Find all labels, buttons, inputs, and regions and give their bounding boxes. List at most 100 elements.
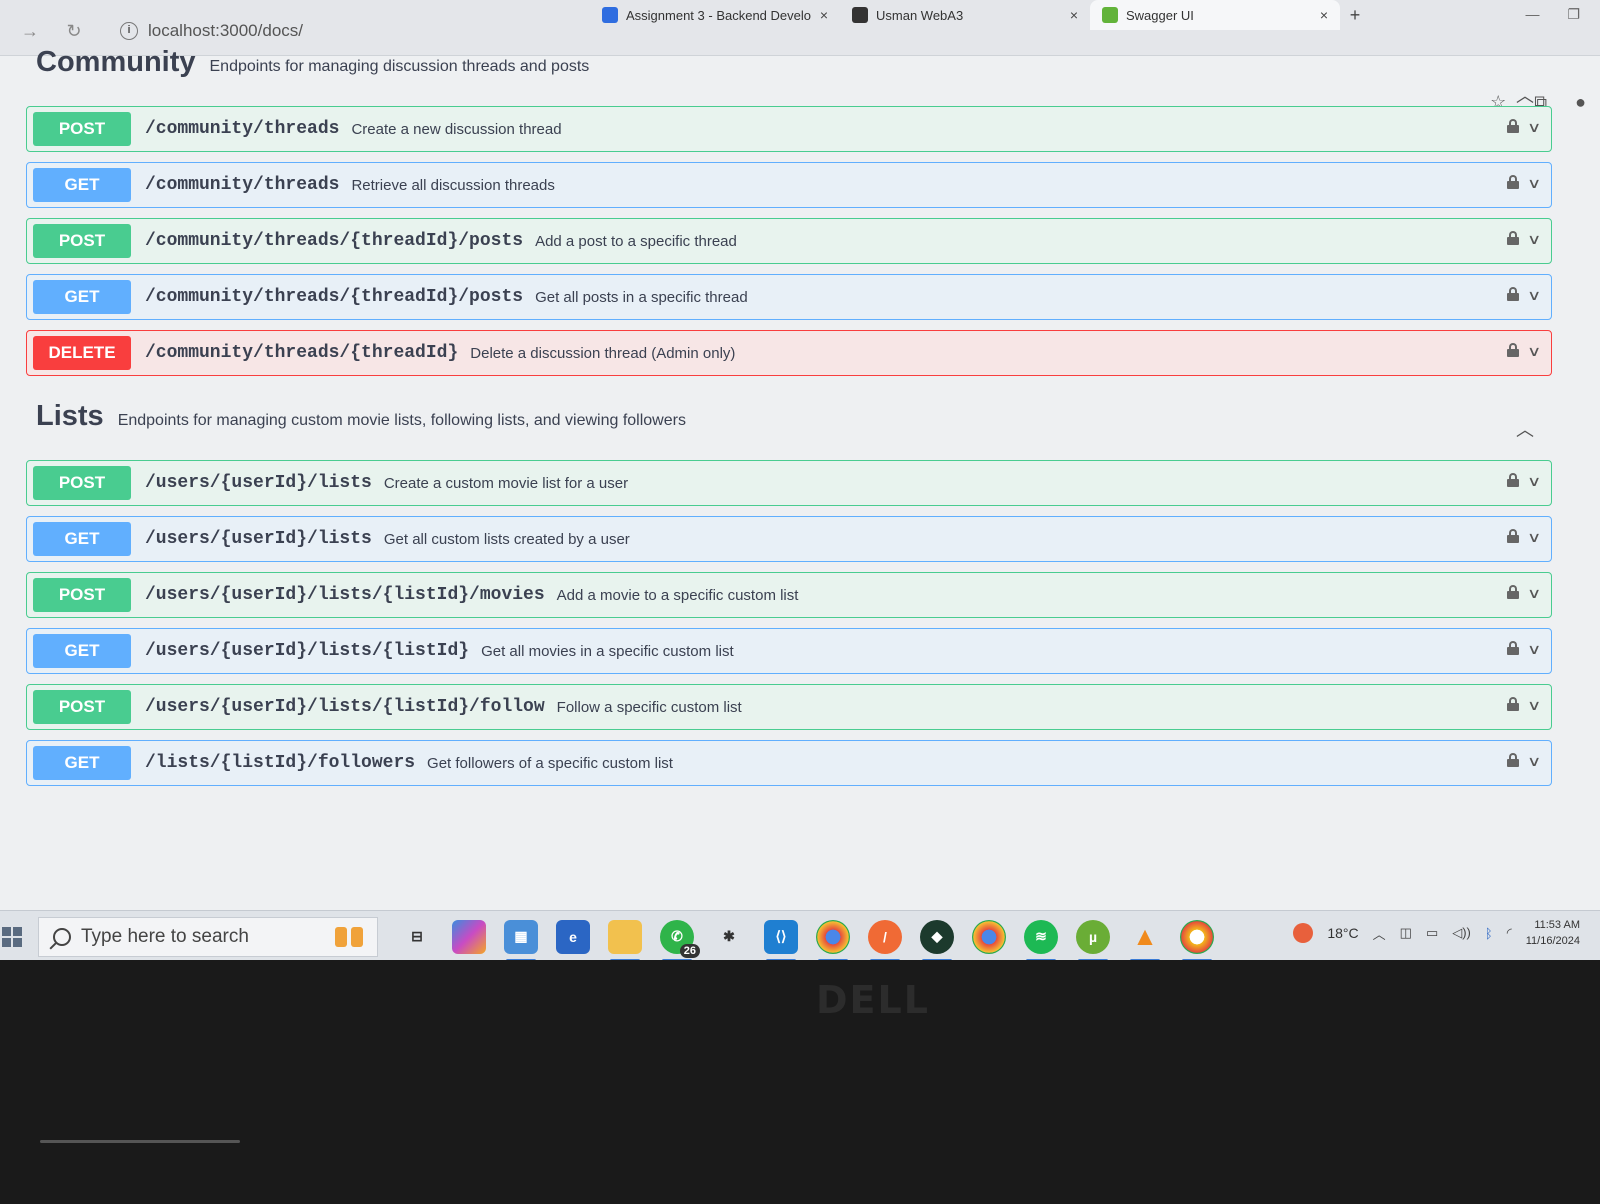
chrome-icon[interactable] [972,919,1006,954]
method-badge: GET [33,522,131,556]
operation-controls: ∨ [1506,175,1541,192]
operation-post[interactable]: POST/users/{userId}/lists Create a custom… [26,460,1552,506]
site-info-icon[interactable]: i [120,22,138,40]
lists-operations: POST/users/{userId}/lists Create a custom… [22,460,1562,786]
tab-close-icon[interactable]: × [1320,7,1328,23]
taskbar-search[interactable]: Type here to search [38,916,378,957]
task-view-icon[interactable]: ⊟ [400,920,434,954]
chevron-down-icon[interactable]: ∨ [1527,175,1541,192]
operation-post[interactable]: POST/community/threads Create a new discu… [26,106,1552,152]
vlc-icon[interactable]: ▲ [1128,920,1162,960]
operation-path: /users/{userId}/lists/{listId} [145,641,470,661]
lock-icon[interactable] [1506,287,1519,301]
operation-get[interactable]: GET/community/threads Retrieve all discus… [26,162,1552,208]
chevron-down-icon[interactable]: ∨ [1527,119,1541,136]
clock[interactable]: 11:53 AM 11/16/2024 [1526,917,1580,949]
battery-icon[interactable]: ▭ [1426,925,1438,941]
whatsapp-icon[interactable]: ✆ 26 [660,919,700,960]
operation-summary: Get followers of a specific custom list [427,754,673,772]
operation-post[interactable]: POST/users/{userId}/lists/{listId}/follo… [26,684,1552,730]
community-section-header[interactable]: Community Endpoints for managing discuss… [22,46,1562,106]
browser-tab[interactable]: Usman WebA3 × [840,0,1090,30]
bluetooth-icon[interactable]: ᛒ [1485,926,1493,941]
chevron-down-icon[interactable]: ∨ [1527,753,1541,770]
lock-icon[interactable] [1506,175,1519,189]
operation-controls: ∨ [1506,753,1541,770]
temperature[interactable]: 18°C [1327,925,1358,941]
whatsapp-badge: 26 [679,943,700,958]
chrome-profile-icon[interactable] [816,919,850,960]
file-explorer-icon[interactable] [608,919,642,960]
operation-path: /community/threads/{threadId}/posts [145,231,524,251]
search-placeholder: Type here to search [81,925,249,947]
browser-tab[interactable]: Assignment 3 - Backend Develo × [590,0,840,30]
store-icon[interactable]: ▦ [504,919,538,960]
chevron-down-icon[interactable]: ∨ [1527,529,1541,546]
mongodb-compass-icon[interactable]: ◆ [920,919,954,960]
lists-section-header[interactable]: Lists Endpoints for managing custom movi… [22,400,1562,450]
lock-icon[interactable] [1506,343,1519,357]
volume-icon[interactable]: ◁)) [1452,925,1471,941]
lock-icon[interactable] [1506,119,1519,133]
operation-controls: ∨ [1506,119,1541,136]
wifi-icon[interactable]: ◜ [1507,925,1512,941]
operation-get[interactable]: GET/lists/{listId}/followers Get follower… [26,740,1552,786]
operation-path: /lists/{listId}/followers [145,753,416,773]
weather-icon[interactable] [1293,923,1314,943]
address-bar[interactable]: i localhost:3000/docs/ [106,14,317,48]
browser-tab[interactable]: Swagger UI × [1090,0,1340,30]
minimize-icon[interactable]: — [1525,6,1539,23]
operation-summary: Get all custom lists created by a user [383,530,630,548]
collapse-icon[interactable]: ︿ [1516,82,1534,108]
operation-controls: ∨ [1506,529,1541,546]
chevron-down-icon[interactable]: ∨ [1527,697,1541,714]
chevron-down-icon[interactable]: ∨ [1527,231,1541,248]
lock-icon[interactable] [1506,529,1519,543]
lock-icon[interactable] [1506,473,1519,487]
vscode-icon[interactable]: ⟨⟩ [764,919,798,960]
operation-controls: ∨ [1506,287,1541,304]
method-badge: GET [33,168,131,202]
postman-icon[interactable]: / [868,919,902,960]
lock-icon[interactable] [1506,697,1519,711]
operation-get[interactable]: GET/community/threads/{threadId}/posts Ge… [26,274,1552,320]
chrome-canary-icon[interactable] [1180,919,1214,960]
chevron-down-icon[interactable]: ∨ [1527,343,1541,360]
tab-title: Usman WebA3 [876,7,964,23]
profile-icon[interactable]: ● [1575,92,1586,113]
operation-controls: ∨ [1506,343,1541,360]
edge-dev-icon[interactable]: e [556,919,590,954]
collapse-icon[interactable]: ︿ [1516,416,1534,442]
chevron-down-icon[interactable]: ∨ [1527,473,1541,490]
lock-icon[interactable] [1506,231,1519,245]
reload-icon[interactable]: ↻ [62,19,86,43]
section-description: Endpoints for managing discussion thread… [209,58,590,75]
method-badge: DELETE [33,336,131,370]
operation-get[interactable]: GET/users/{userId}/lists/{listId} Get all… [26,628,1552,674]
copilot-icon[interactable] [452,919,486,954]
tab-close-icon[interactable]: × [820,7,828,23]
utorrent-icon[interactable]: µ [1076,919,1110,960]
lock-icon[interactable] [1506,585,1519,599]
meet-icon[interactable]: ◫ [1400,925,1412,941]
chevron-down-icon[interactable]: ∨ [1527,641,1541,658]
chevron-down-icon[interactable]: ∨ [1527,287,1541,304]
spotify-icon[interactable]: ≋ [1024,919,1058,960]
forward-icon[interactable]: → [18,19,42,43]
operation-delete[interactable]: DELETE/community/threads/{threadId} Delet… [26,330,1552,376]
tab-close-icon[interactable]: × [1070,7,1078,23]
app-icon[interactable]: ✱ [712,920,746,954]
operation-post[interactable]: POST/users/{userId}/lists/{listId}/movie… [26,572,1552,618]
operation-get[interactable]: GET/users/{userId}/lists Get all custom l… [26,516,1552,562]
operation-post[interactable]: POST/community/threads/{threadId}/posts A… [26,218,1552,264]
chevron-up-icon[interactable]: ︿ [1373,924,1386,943]
restore-icon[interactable]: ❐ [1567,6,1580,23]
tab-title: Swagger UI [1126,7,1194,23]
new-tab-button[interactable]: + [1340,0,1370,30]
lock-icon[interactable] [1506,753,1519,767]
url-text[interactable]: localhost:3000/docs/ [148,21,303,41]
chevron-down-icon[interactable]: ∨ [1527,585,1541,602]
lock-icon[interactable] [1506,641,1519,655]
windows-start-icon[interactable] [2,926,22,947]
operation-controls: ∨ [1506,473,1541,490]
